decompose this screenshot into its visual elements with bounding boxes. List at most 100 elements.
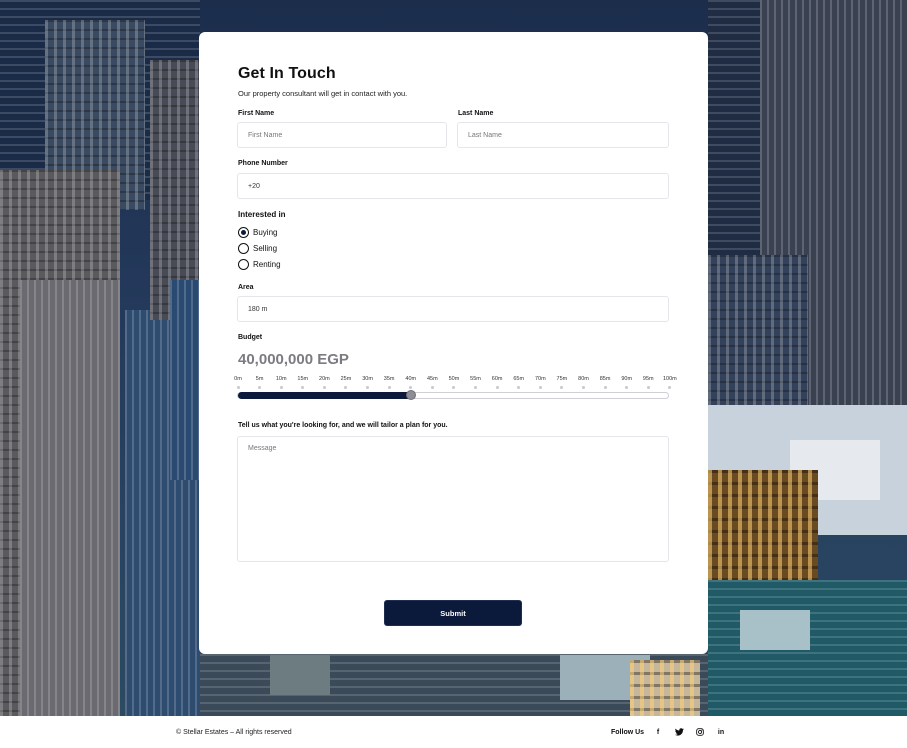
message-textarea[interactable]: Message: [237, 436, 669, 562]
budget-tick-label: 75m: [556, 376, 568, 382]
instagram-glyph: [696, 728, 704, 736]
instagram-icon[interactable]: [695, 727, 705, 737]
budget-tick-label: 25m: [340, 376, 352, 382]
budget-tick-dot: [452, 386, 456, 389]
budget-tick-dot: [603, 386, 607, 389]
budget-tick-label: 45m: [426, 376, 438, 382]
contact-form-card: Get In Touch Our property consultant wil…: [199, 32, 708, 654]
budget-tick-label: 10m: [275, 376, 287, 382]
budget-tick-dot: [430, 386, 434, 389]
last-name-input[interactable]: Last Name: [457, 122, 669, 148]
radio-label-buying: Buying: [253, 228, 278, 237]
first-name-label: First Name: [238, 110, 275, 117]
budget-tick: 25m: [339, 376, 353, 389]
budget-tick-label: 15m: [297, 376, 309, 382]
budget-tick-dot: [538, 386, 542, 389]
last-name-label: Last Name: [458, 110, 494, 117]
radio-button-unchecked[interactable]: [238, 259, 249, 270]
budget-tick: 35m: [382, 376, 396, 389]
budget-tick: 50m: [447, 376, 461, 389]
budget-tick-label: 90m: [621, 376, 633, 382]
radio-label-selling: Selling: [253, 244, 278, 253]
budget-tick-label: 100m: [662, 376, 677, 382]
phone-input[interactable]: +20: [237, 173, 669, 199]
budget-tick-label: 70m: [534, 376, 546, 382]
radio-selling[interactable]: Selling: [238, 243, 277, 254]
budget-tick-dot: [366, 386, 370, 389]
form-title: Get In Touch: [238, 65, 336, 82]
budget-tick-scale: 0m 5m 10m 15m 20m 25m 30m 35m 40m 45m 50m 55m 60m 65m…: [231, 376, 677, 389]
twitter-bird-glyph: [674, 728, 684, 736]
budget-tick-label: 65m: [513, 376, 525, 382]
budget-tick: 55m: [469, 376, 483, 389]
budget-tick-dot: [646, 386, 650, 389]
follow-us-label: Follow Us: [611, 729, 645, 736]
budget-tick-dot: [258, 386, 262, 389]
budget-tick: 80m: [577, 376, 591, 389]
budget-tick-label: 55m: [470, 376, 481, 382]
budget-tick: 30m: [361, 376, 375, 389]
budget-tick-dot: [279, 386, 283, 389]
budget-tick: 40m: [404, 376, 418, 389]
linkedin-icon[interactable]: in: [716, 727, 726, 737]
budget-tick-dot: [495, 386, 499, 389]
submit-button[interactable]: Submit: [384, 600, 522, 626]
budget-tick-dot: [387, 386, 391, 389]
budget-slider-fill: [238, 392, 413, 399]
copyright-text: © Stellar Estates – All rights reserved: [176, 729, 292, 736]
budget-tick: 70m: [533, 376, 547, 389]
budget-tick: 85m: [598, 376, 612, 389]
first-name-input[interactable]: First Name: [237, 122, 447, 148]
form-subtitle: Our property consultant will get in cont…: [238, 89, 408, 98]
budget-tick: 15m: [296, 376, 310, 389]
budget-tick-dot: [236, 386, 240, 389]
budget-tick: 0m: [231, 376, 245, 389]
twitter-icon[interactable]: [674, 727, 684, 737]
budget-tick: 20m: [317, 376, 331, 389]
budget-slider-thumb[interactable]: [406, 390, 416, 400]
budget-tick-label: 60m: [491, 376, 503, 382]
budget-tick: 90m: [620, 376, 634, 389]
budget-tick-label: 80m: [578, 376, 589, 382]
budget-tick-label: 85m: [599, 376, 611, 382]
radio-renting[interactable]: Renting: [238, 259, 281, 270]
area-input[interactable]: 180 m: [237, 296, 669, 322]
budget-tick-label: 20m: [319, 376, 330, 382]
message-label: Tell us what you're looking for, and we …: [238, 422, 448, 429]
footer: © Stellar Estates – All rights reserved …: [0, 716, 907, 748]
budget-tick: 65m: [512, 376, 526, 389]
budget-tick-dot: [625, 386, 629, 389]
radio-label-renting: Renting: [253, 260, 281, 269]
area-label: Area: [238, 284, 254, 291]
budget-slider-track[interactable]: [237, 392, 669, 399]
budget-tick-dot: [668, 386, 672, 389]
radio-buying[interactable]: Buying: [238, 227, 277, 238]
budget-label: Budget: [238, 334, 263, 341]
budget-tick-dot: [474, 386, 478, 389]
radio-button-checked[interactable]: [238, 227, 249, 238]
budget-tick: 75m: [555, 376, 569, 389]
budget-tick-label: 0m: [234, 376, 242, 382]
phone-label: Phone Number: [238, 160, 288, 167]
budget-tick: 5m: [253, 376, 267, 389]
budget-tick: 95m: [641, 376, 655, 389]
budget-tick-label: 40m: [405, 376, 417, 382]
budget-tick-label: 35m: [383, 376, 395, 382]
interest-label: Interested in: [238, 210, 286, 219]
budget-tick-dot: [301, 386, 305, 389]
budget-tick-dot: [409, 386, 413, 389]
budget-tick: 60m: [490, 376, 504, 389]
facebook-icon[interactable]: f: [653, 727, 663, 737]
budget-tick: 100m: [663, 376, 677, 389]
budget-tick-dot: [560, 386, 564, 389]
budget-tick-label: 95m: [642, 376, 654, 382]
budget-tick-label: 30m: [362, 376, 373, 382]
budget-tick: 10m: [274, 376, 288, 389]
radio-button-unchecked[interactable]: [238, 243, 249, 254]
budget-tick-label: 5m: [255, 376, 264, 382]
budget-tick-dot: [344, 386, 348, 389]
budget-value: 40,000,000 EGP: [238, 351, 349, 368]
budget-tick-dot: [517, 386, 521, 389]
budget-tick: 45m: [425, 376, 439, 389]
budget-tick-dot: [582, 386, 585, 389]
